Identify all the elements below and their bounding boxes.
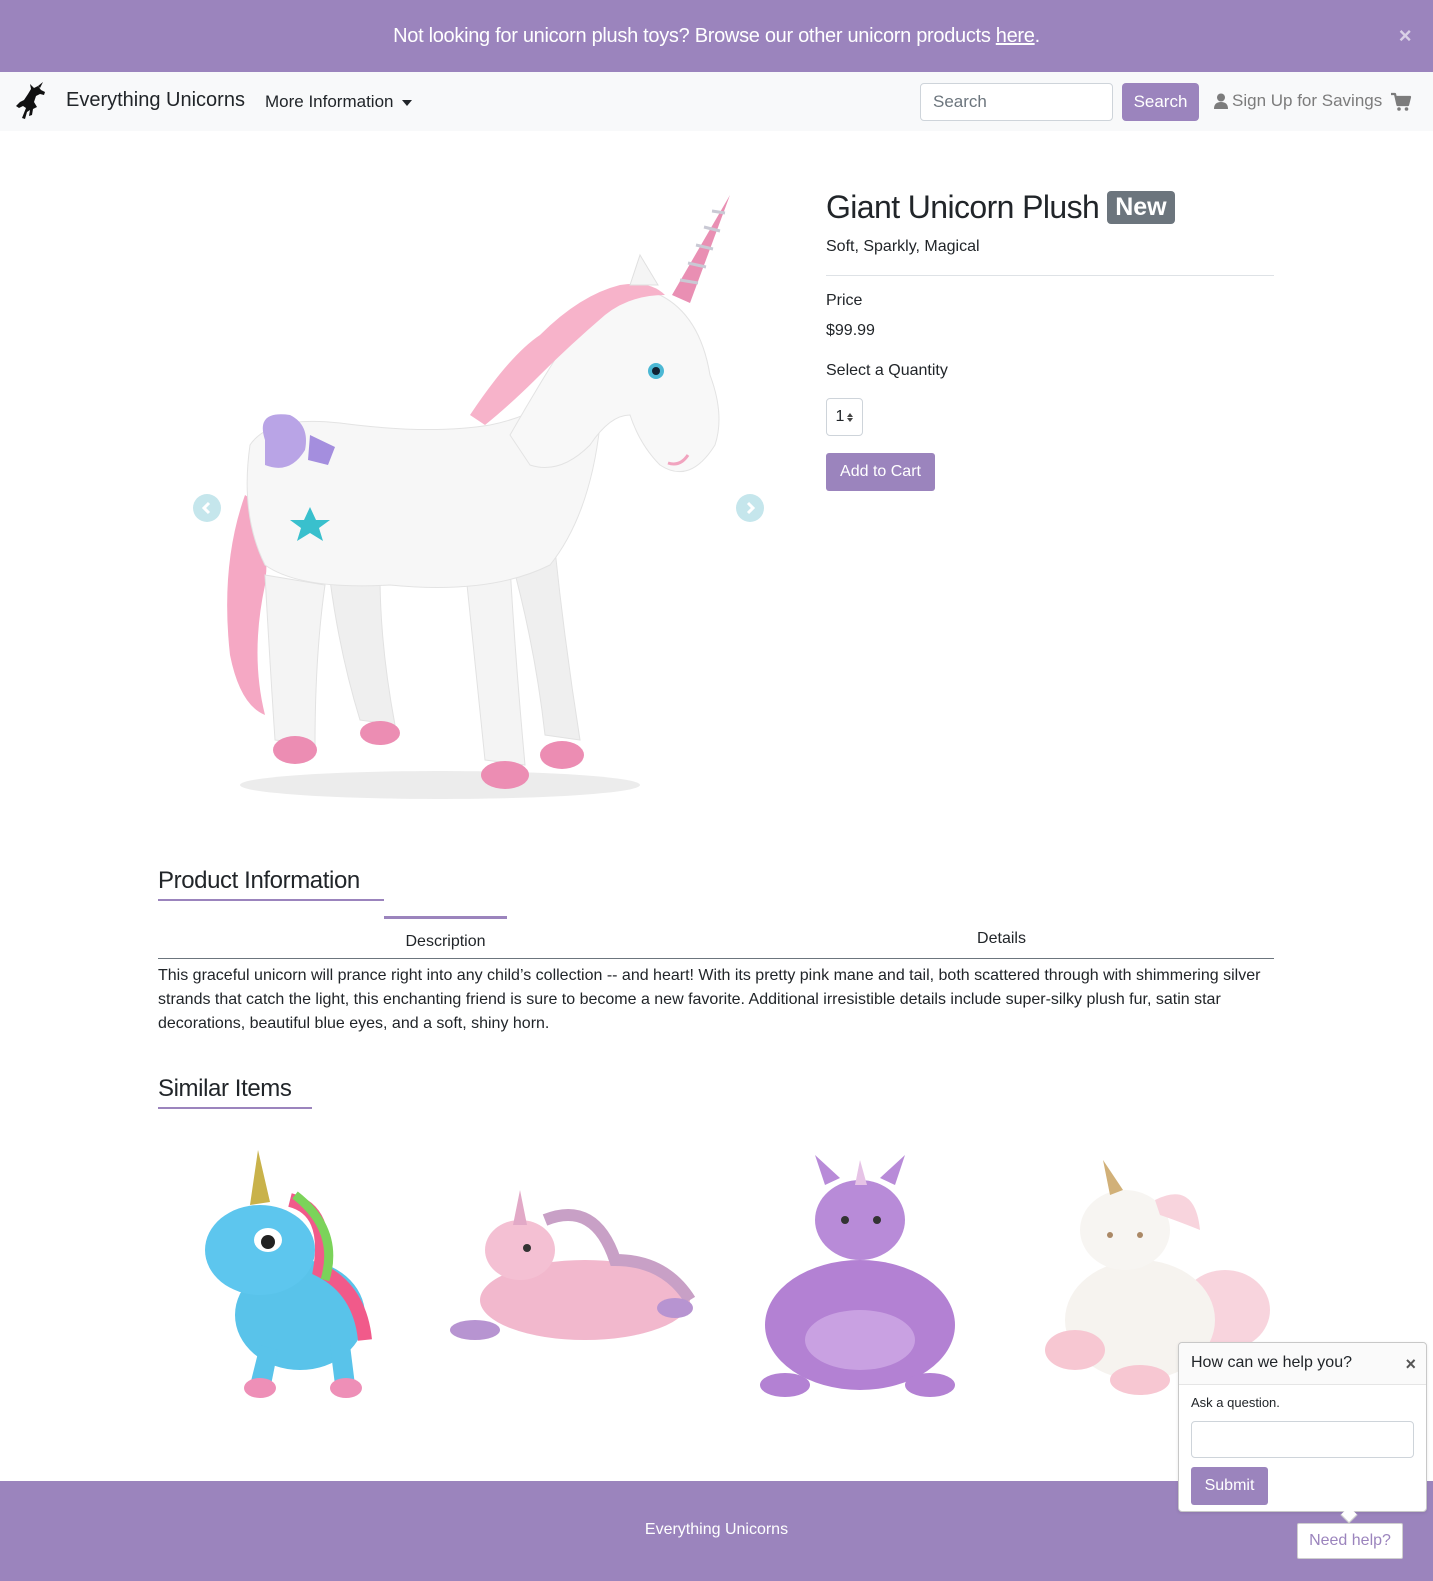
- sign-up-label: Sign Up for Savings: [1232, 91, 1383, 110]
- help-question-input[interactable]: [1191, 1421, 1414, 1458]
- chevron-right-icon: [746, 501, 756, 515]
- quantity-label: Select a Quantity: [826, 362, 948, 379]
- carousel-prev-button[interactable]: [193, 494, 221, 522]
- tab-divider: [158, 958, 1274, 959]
- help-submit-button[interactable]: Submit: [1191, 1467, 1268, 1505]
- sign-up-link[interactable]: Sign Up for Savings: [1214, 91, 1382, 111]
- promo-banner: Not looking for unicorn plush toys? Brow…: [0, 0, 1433, 72]
- price-value: $99.99: [826, 322, 875, 339]
- carousel-next-button[interactable]: [736, 494, 764, 522]
- close-icon[interactable]: ×: [1405, 1354, 1416, 1375]
- navbar: Everything Unicorns More Information Sea…: [0, 72, 1433, 131]
- banner-text: Not looking for unicorn plush toys? Brow…: [393, 25, 1040, 48]
- quantity-stepper[interactable]: 1: [826, 398, 863, 436]
- similar-items-heading: Similar Items: [158, 1075, 292, 1102]
- new-badge: New: [1107, 191, 1175, 224]
- blue-unicorn-plush-icon: [205, 1150, 372, 1398]
- chevron-left-icon: [201, 501, 211, 515]
- help-panel-header: How can we help you? ×: [1179, 1343, 1426, 1385]
- heading-underline: [158, 899, 384, 901]
- purple-unicorn-chair-icon: [760, 1155, 955, 1397]
- product-information-heading: Product Information: [158, 867, 360, 894]
- quantity-value: 1: [835, 408, 845, 425]
- more-information-dropdown[interactable]: More Information: [265, 92, 412, 112]
- close-icon[interactable]: ×: [1393, 24, 1417, 48]
- similar-item-pink-lying-unicorn[interactable]: [445, 1140, 696, 1405]
- add-to-cart-button[interactable]: Add to Cart: [826, 453, 935, 491]
- banner-message: Not looking for unicorn plush toys? Brow…: [393, 24, 996, 47]
- similar-item-blue-unicorn[interactable]: [160, 1140, 410, 1405]
- need-help-button[interactable]: Need help?: [1297, 1523, 1403, 1559]
- footer-brand: Everything Unicorns: [644, 1521, 789, 1538]
- product-title-row: Giant Unicorn Plush New: [826, 189, 1175, 226]
- product-title: Giant Unicorn Plush: [826, 189, 1100, 225]
- help-title: How can we help you?: [1191, 1354, 1352, 1371]
- similar-item-purple-unicorn-chair[interactable]: [735, 1140, 985, 1405]
- help-chat-panel: How can we help you? × Ask a question. S…: [1178, 1342, 1427, 1512]
- spinner-arrows-icon: [847, 412, 854, 422]
- caret-down-icon: [401, 100, 412, 106]
- tab-description[interactable]: Description: [384, 916, 507, 956]
- shopping-cart-icon[interactable]: [1390, 91, 1412, 113]
- product-tagline: Soft, Sparkly, Magical: [826, 238, 980, 255]
- banner-suffix: .: [1034, 24, 1041, 47]
- pink-lying-unicorn-plush-icon: [450, 1190, 696, 1340]
- brand-name[interactable]: Everything Unicorns: [66, 89, 245, 112]
- product-image-carousel: [190, 185, 770, 815]
- divider: [826, 275, 1274, 276]
- search-input[interactable]: [920, 83, 1113, 121]
- unicorn-logo-icon[interactable]: [14, 82, 50, 120]
- heading-underline: [158, 1107, 312, 1109]
- more-information-label: More Information: [265, 92, 394, 111]
- search-button[interactable]: Search: [1122, 83, 1199, 121]
- help-hint: Ask a question.: [1191, 1395, 1280, 1410]
- price-label: Price: [826, 292, 863, 309]
- tab-details[interactable]: Details: [940, 919, 1063, 955]
- user-icon: [1214, 93, 1228, 109]
- product-description: This graceful unicorn will prance right …: [158, 967, 1261, 1032]
- giant-unicorn-plush-image: [227, 195, 730, 799]
- banner-link[interactable]: here: [996, 25, 1035, 47]
